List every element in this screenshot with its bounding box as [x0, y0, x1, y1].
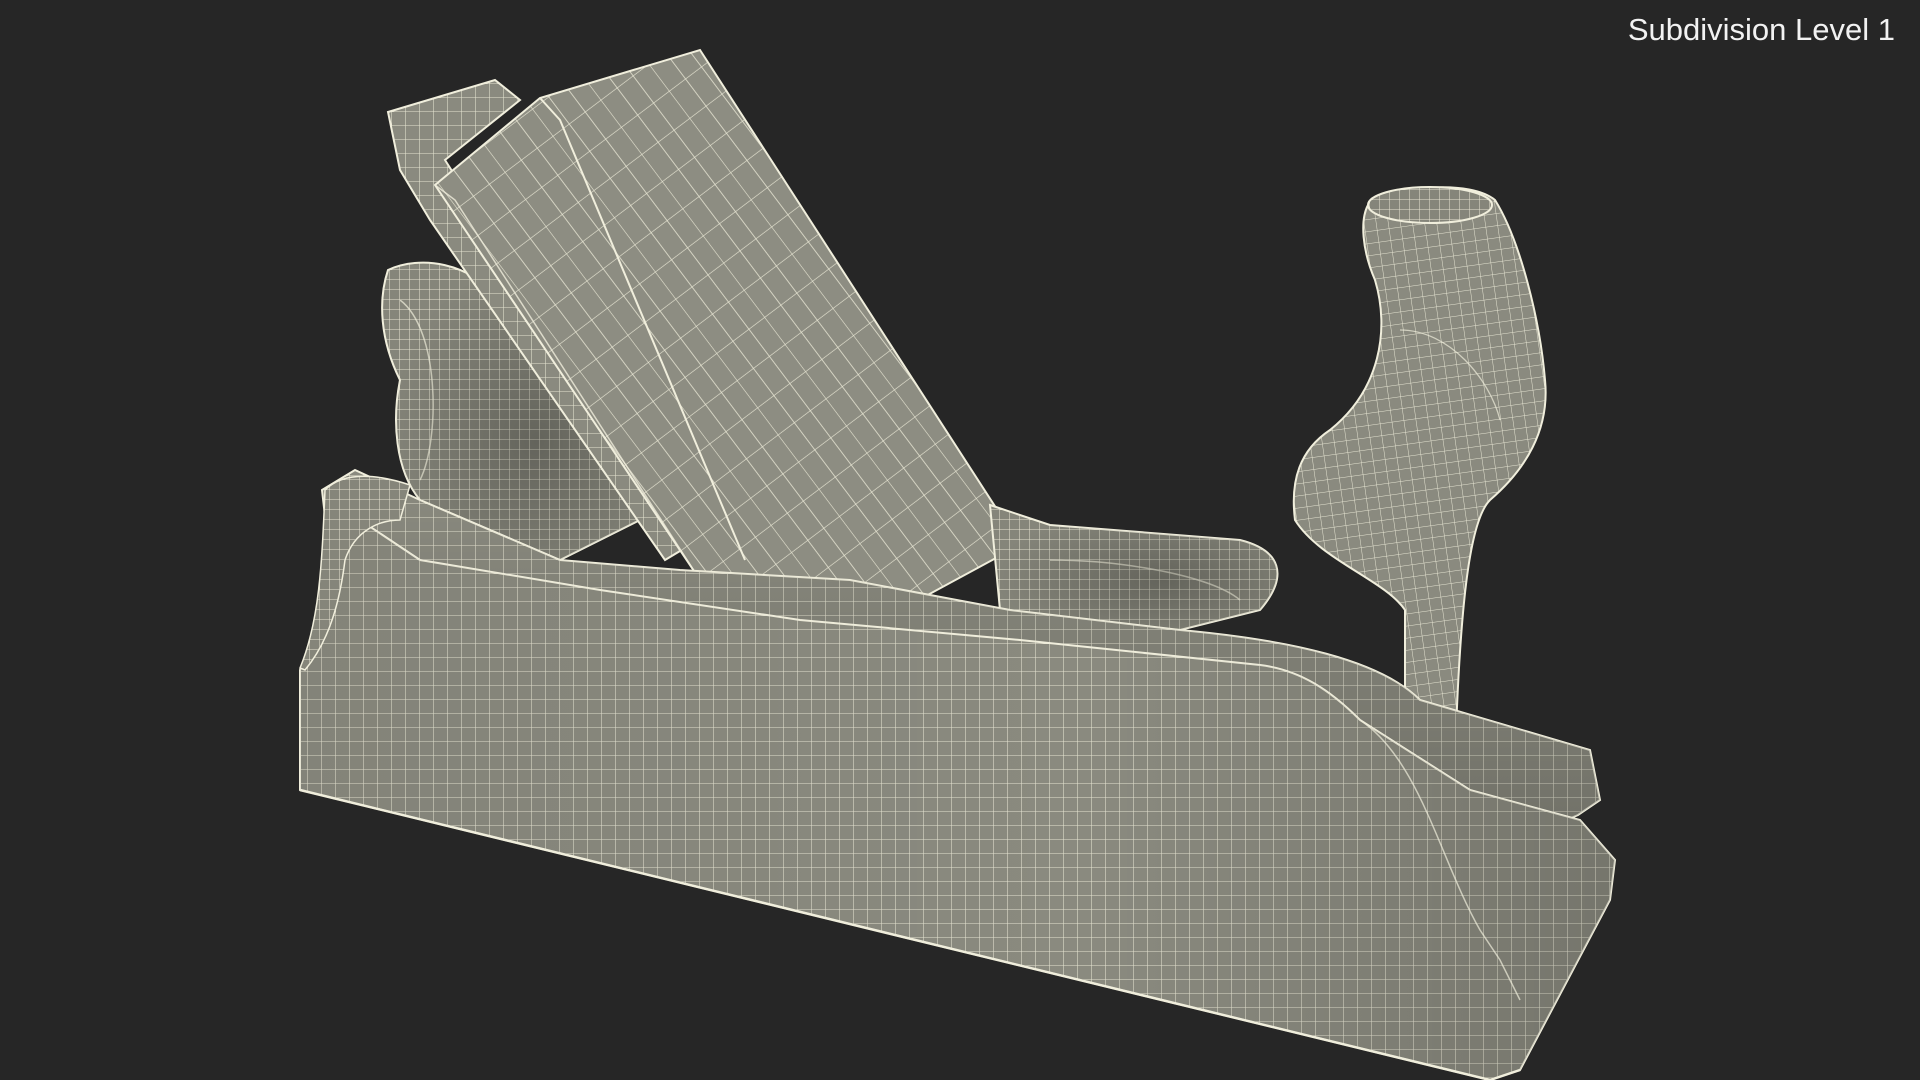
viewport: Subdivision Level 1	[0, 0, 1920, 1080]
hand-plane-model	[299, 48, 1617, 1080]
throat-cavity	[988, 503, 1279, 632]
